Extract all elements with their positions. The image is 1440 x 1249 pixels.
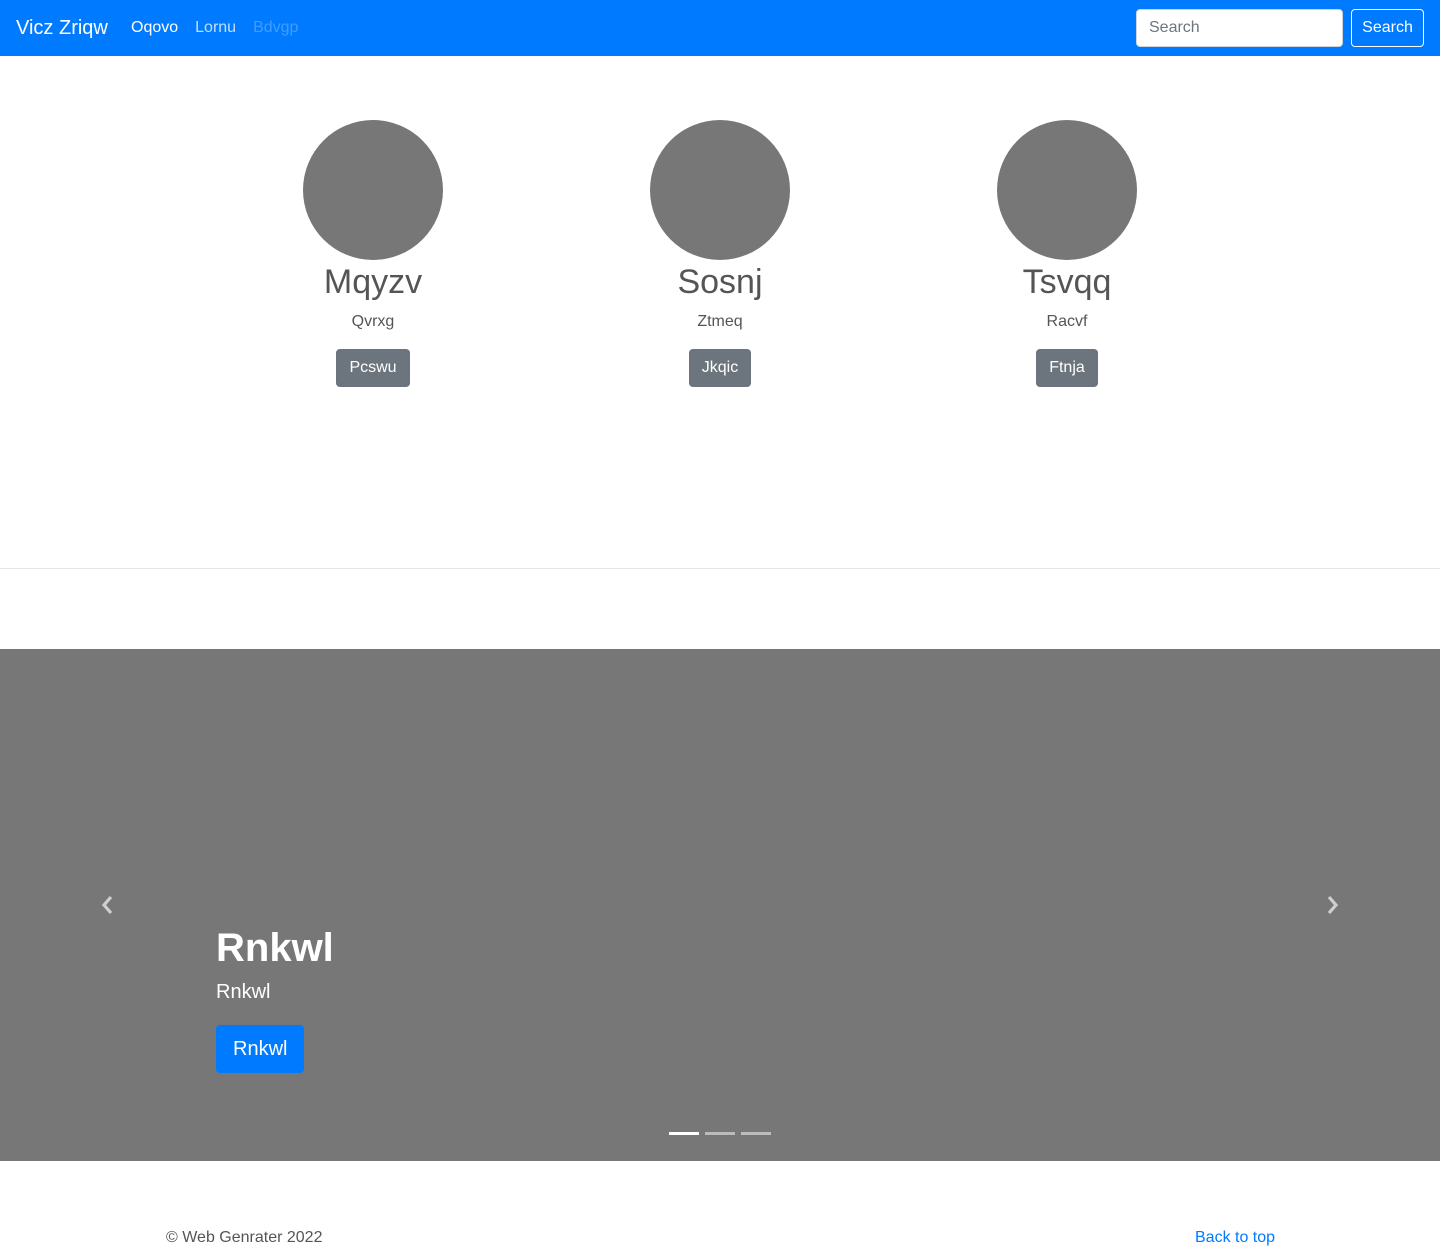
feature-button[interactable]: Jkqic	[688, 349, 752, 387]
back-to-top-link[interactable]: Back to top	[1195, 1228, 1275, 1248]
carousel-indicator-2[interactable]	[705, 1132, 735, 1135]
feature-button[interactable]: Ftnja	[1036, 349, 1098, 387]
feature-subtitle: Ztmeq	[697, 313, 743, 330]
carousel-prev-icon[interactable]	[96, 893, 120, 917]
feature-title: Mqyzv	[323, 263, 423, 301]
carousel-caption-title: Rnkwl	[216, 926, 334, 970]
nav-link-oqovo[interactable]: Oqovo	[131, 18, 178, 38]
carousel-indicator-1[interactable]	[669, 1132, 699, 1135]
carousel: Rnkwl Rnkwl Rnkwl	[0, 649, 1440, 1161]
nav-link-lornu[interactable]: Lornu	[195, 18, 236, 38]
section-divider	[0, 568, 1440, 569]
footer-copyright: © Web Genrater 2022	[166, 1229, 323, 1246]
avatar-placeholder	[650, 120, 790, 260]
nav-link-bdvgp: Bdvgp	[253, 19, 299, 36]
carousel-caption-text: Rnkwl	[216, 981, 271, 1003]
nav-links: Oqovo Lornu Bdvgp	[131, 18, 298, 38]
feature-subtitle: Qvrxg	[351, 313, 395, 330]
carousel-next-icon[interactable]	[1320, 893, 1344, 917]
search-input[interactable]	[1136, 9, 1343, 47]
avatar-placeholder	[997, 120, 1137, 260]
brand-link[interactable]: Vicz Zriqw	[16, 14, 108, 42]
carousel-caption-button[interactable]: Rnkwl	[216, 1025, 305, 1073]
navbar: Vicz Zriqw Oqovo Lornu Bdvgp Search	[0, 0, 1440, 56]
carousel-indicator-3[interactable]	[741, 1132, 771, 1135]
feature-subtitle: Racvf	[1046, 313, 1088, 330]
search-button[interactable]: Search	[1351, 9, 1424, 47]
avatar-placeholder	[303, 120, 443, 260]
carousel-indicators	[669, 1132, 771, 1135]
feature-button[interactable]: Pcswu	[336, 349, 410, 387]
feature-column-3: Tsvqq Racvf Ftnja	[917, 120, 1217, 387]
feature-title: Tsvqq	[1022, 263, 1112, 301]
carousel-caption: Rnkwl Rnkwl Rnkwl	[216, 925, 334, 1073]
feature-column-1: Mqyzv Qvrxg Pcswu	[223, 120, 523, 387]
feature-title: Sosnj	[677, 263, 763, 301]
feature-column-2: Sosnj Ztmeq Jkqic	[570, 120, 870, 387]
